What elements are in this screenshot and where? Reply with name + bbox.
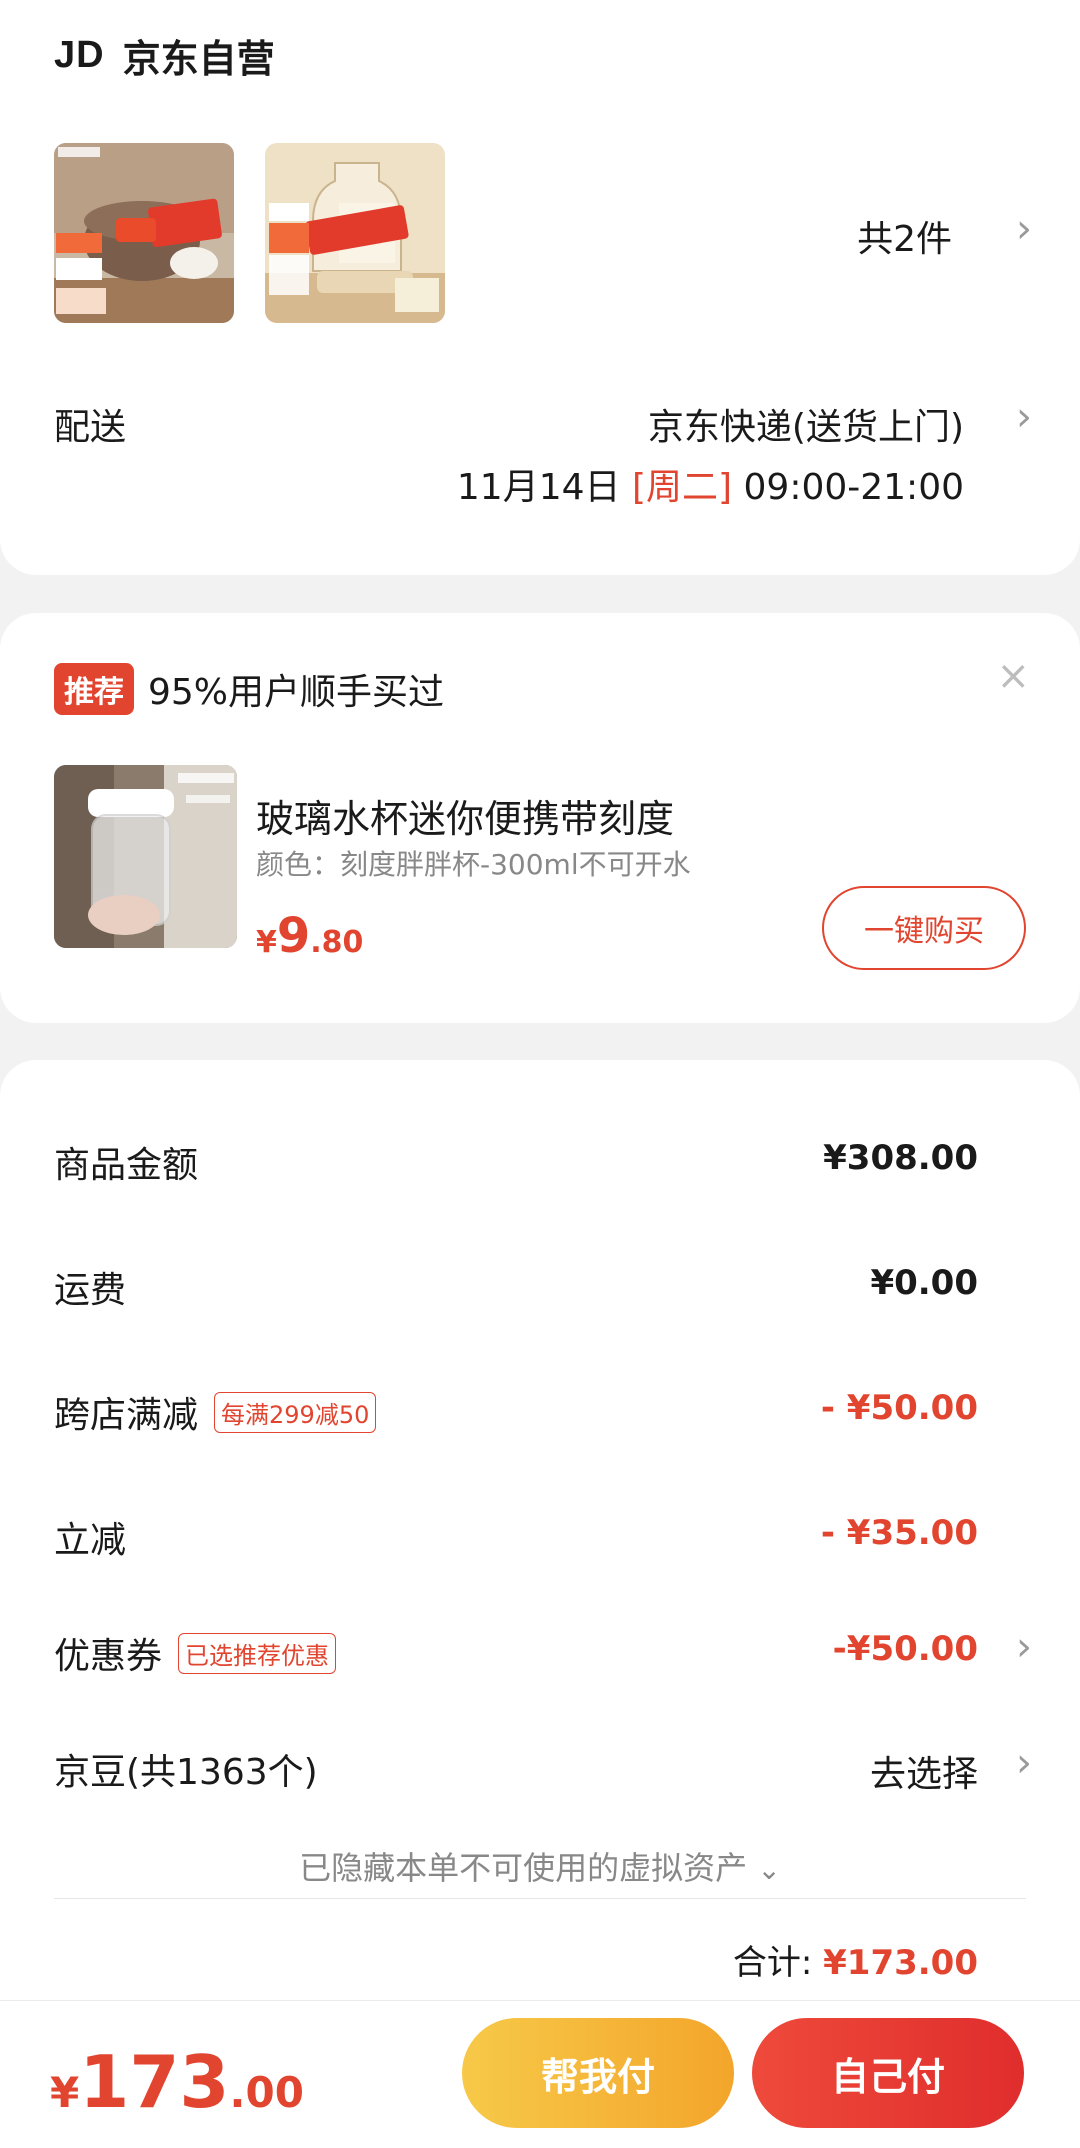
summary-row-instant-value: - ¥35.00 <box>820 1513 978 1553</box>
summary-row-subtotal-value: ¥308.00 <box>823 1138 978 1178</box>
summary-row-coupon-label: 优惠券 <box>54 1636 163 1677</box>
shipping-method[interactable]: 京东快递(送货上门) <box>648 398 964 450</box>
shipping-label: 配送 <box>54 407 127 448</box>
recommend-title: 95%用户顺手买过 <box>148 672 445 713</box>
summary-row-coupon-value[interactable]: -¥50.00 <box>833 1629 978 1669</box>
total-line: 合计: ¥173.00 <box>733 1935 978 1984</box>
shipping-time: 11月14日 [周二] 09:00-21:00 <box>457 458 964 510</box>
chevron-right-icon[interactable]: › <box>1016 394 1032 440</box>
price-decimal: .80 <box>310 925 364 960</box>
coupon-tag: 已选推荐优惠 <box>178 1632 337 1674</box>
recommend-badge: 推荐 <box>54 663 134 715</box>
product-thumbnail-rice-cooker[interactable] <box>54 143 234 323</box>
chevron-right-icon[interactable]: › <box>1016 206 1032 252</box>
checkout-price: ¥173.00 <box>50 2040 304 2124</box>
pay-myself-button[interactable]: 自己付 <box>752 2018 1024 2128</box>
divider <box>54 1898 1026 1899</box>
recommend-product-name[interactable]: 玻璃水杯迷你便携带刻度 <box>256 788 674 843</box>
total-amount: ¥173.00 <box>823 1943 978 1983</box>
summary-row-crossstore-value: - ¥50.00 <box>820 1388 978 1428</box>
price-integer: 9 <box>276 908 311 964</box>
item-count[interactable]: 共2件 <box>857 210 952 262</box>
summary-row-instant-label: 立减 <box>54 1520 127 1561</box>
jd-logo: JD <box>54 34 105 76</box>
store-name: 京东自营 <box>122 37 275 81</box>
summary-row-crossstore: 跨店满减 每满299减50 <box>54 1386 377 1438</box>
summary-row-freight-label: 运费 <box>54 1270 127 1311</box>
summary-row-freight-value: ¥0.00 <box>870 1263 978 1303</box>
hidden-assets-toggle[interactable]: 已隐藏本单不可使用的虚拟资产 ⌄ <box>0 1843 1080 1889</box>
checkout-price-integer: 173 <box>79 2040 230 2124</box>
price-currency: ¥ <box>256 925 277 960</box>
hidden-assets-text: 已隐藏本单不可使用的虚拟资产 <box>299 1849 748 1887</box>
one-click-buy-button[interactable]: 一键购买 <box>822 886 1026 970</box>
store-header[interactable]: JD 京东自营 <box>54 28 275 83</box>
recommend-product-price: ¥9.80 <box>256 908 363 964</box>
summary-row-jingdou-value[interactable]: 去选择 <box>870 1745 978 1797</box>
chevron-right-icon[interactable]: › <box>1016 1624 1032 1670</box>
checkout-currency: ¥ <box>50 2068 80 2117</box>
total-label: 合计: <box>732 1943 813 1983</box>
recommend-product-spec: 颜色：刻度胖胖杯-300ml不可开水 <box>256 848 691 881</box>
shipping-date: 11月14日 <box>456 467 621 508</box>
checkout-price-decimal: .00 <box>229 2068 304 2117</box>
product-thumbnail-kettle[interactable] <box>265 143 445 323</box>
close-icon[interactable]: × <box>996 653 1030 699</box>
summary-row-coupon[interactable]: 优惠券 已选推荐优惠 <box>54 1627 337 1679</box>
promo-tag: 每满299减50 <box>214 1391 377 1433</box>
chevron-right-icon[interactable]: › <box>1016 1740 1032 1786</box>
summary-row-crossstore-label: 跨店满减 <box>54 1395 199 1436</box>
shipping-window: 09:00-21:00 <box>743 467 964 508</box>
summary-row-subtotal-label: 商品金额 <box>54 1145 199 1186</box>
shipping-weekday: [周二] <box>631 467 733 508</box>
chevron-down-icon: ⌄ <box>757 1853 781 1886</box>
summary-row-jingdou-label: 京豆(共1363个) <box>54 1752 318 1793</box>
help-me-pay-button[interactable]: 帮我付 <box>462 2018 734 2128</box>
recommend-product-image[interactable] <box>54 765 237 948</box>
